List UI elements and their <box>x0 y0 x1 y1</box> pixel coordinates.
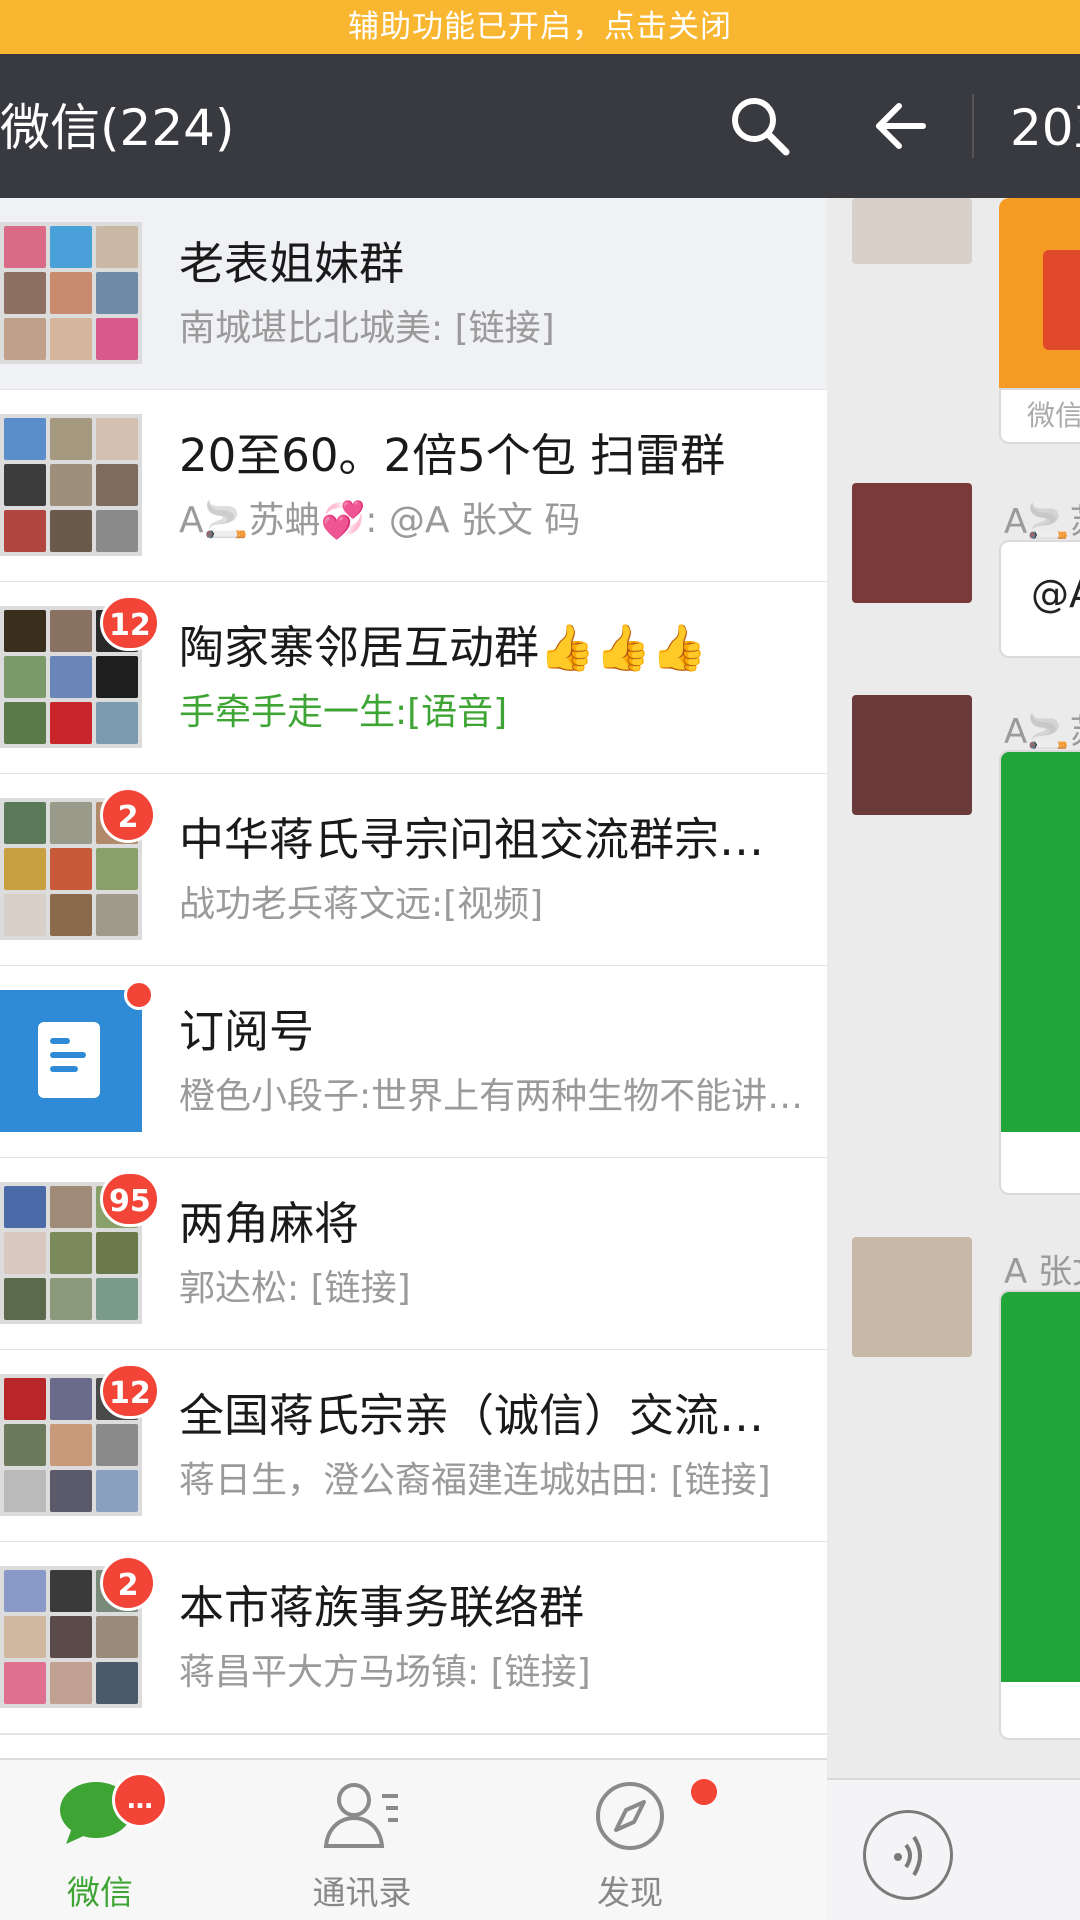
chat-detail-pane: 20至 微信 A🚬苏 @A A🚬苏 A 张文 <box>827 54 1080 1920</box>
chat-item[interactable]: 2 本市蒋族事务联络群 蒋昌平大方马场镇: [链接] <box>0 1542 827 1735</box>
chat-item[interactable]: 2 中华蒋氏寻宗问祖交流群宗… 战功老兵蒋文远:[视频] <box>0 774 827 967</box>
top-bar: 微信(224) <box>0 54 827 198</box>
link-card-image <box>1001 752 1080 1132</box>
tab-label: 通讯录 <box>312 1873 412 1912</box>
sender-avatar[interactable] <box>852 695 972 815</box>
compass-icon <box>596 1782 664 1850</box>
chat-name: 中华蒋氏寻宗问祖交流群宗… <box>179 813 765 866</box>
sender-name: A🚬苏 <box>1004 502 1080 542</box>
sender-avatar[interactable] <box>852 198 972 264</box>
group-avatar <box>0 414 142 556</box>
chat-preview: 南城堪比北城美: [链接] <box>179 308 555 349</box>
chat-item[interactable]: 95 两角麻将 郭达松: [链接] <box>0 1158 827 1351</box>
divider <box>972 94 974 158</box>
chat-detail-top-bar: 20至 <box>827 54 1080 198</box>
sender-avatar[interactable] <box>852 1237 972 1357</box>
link-card-image <box>1001 1292 1080 1682</box>
tab-unread-badge: … <box>112 1772 168 1828</box>
unread-badge: 95 <box>100 1171 160 1227</box>
document-icon <box>38 1022 100 1098</box>
red-packet-body <box>999 198 1080 388</box>
chat-name: 订阅号 <box>179 1005 315 1058</box>
chat-name: 全国蒋氏宗亲（诚信）交流… <box>179 1389 765 1442</box>
subscription-avatar <box>0 990 142 1132</box>
tab-discover[interactable]: 发现 <box>530 1760 730 1920</box>
sender-avatar[interactable] <box>852 483 972 603</box>
text-message[interactable]: @A <box>999 540 1080 658</box>
sender-name: A🚬苏 <box>1004 712 1080 752</box>
chat-name: 本市蒋族事务联络群 <box>179 1581 585 1634</box>
accessibility-banner[interactable]: 辅助功能已开启，点击关闭 <box>0 0 1080 54</box>
chat-item[interactable]: 12 陶家寨邻居互动群👍👍👍 手牵手走一生:[语音] <box>0 582 827 775</box>
tab-label: 发现 <box>597 1873 663 1912</box>
unread-badge: 12 <box>100 1363 160 1419</box>
unread-badge: 2 <box>100 1555 156 1611</box>
chat-name: 两角麻将 <box>179 1197 360 1250</box>
tab-contacts[interactable]: 通讯录 <box>262 1760 462 1920</box>
red-packet-message[interactable]: 微信 <box>999 198 1080 450</box>
red-packet-envelope <box>1043 250 1080 350</box>
chat-name: 20至60。2倍5个包 扫雷群 <box>179 429 726 482</box>
chat-name: 陶家寨邻居互动群👍👍👍 <box>179 621 708 674</box>
unread-badge: 12 <box>100 595 160 651</box>
link-card-message[interactable] <box>999 1290 1080 1740</box>
chat-preview: 郭达松: [链接] <box>179 1268 411 1309</box>
tab-bar: … 微信 通讯录 发现 <box>0 1758 827 1920</box>
chat-name: 老表姐妹群 <box>179 237 405 290</box>
sender-name: A 张文 <box>1004 1252 1080 1292</box>
chat-item-subscriptions[interactable]: 订阅号 橙色小段子:世界上有两种生物不能讲… <box>0 966 827 1159</box>
chat-preview: 手牵手走一生:[语音] <box>179 692 508 733</box>
tab-label: 微信 <box>67 1873 133 1912</box>
chat-preview: 战功老兵蒋文远:[视频] <box>179 884 544 925</box>
chat-preview: 蒋日生，澄公裔福建连城姑田: [链接] <box>179 1460 771 1501</box>
group-avatar <box>0 222 142 364</box>
tab-chats[interactable]: … 微信 <box>0 1760 200 1920</box>
red-packet-label: 微信 <box>999 388 1080 444</box>
unread-badge: 2 <box>100 787 156 843</box>
back-arrow-icon[interactable] <box>875 100 927 152</box>
unread-dot <box>124 980 154 1010</box>
page-title: 微信(224) <box>0 99 235 157</box>
search-icon[interactable] <box>728 94 792 158</box>
voice-input-button[interactable] <box>863 1810 953 1900</box>
chat-preview: A🚬苏蚺💞: @A 张文 码 <box>179 500 581 541</box>
chat-preview: 橙色小段子:世界上有两种生物不能讲… <box>179 1076 804 1117</box>
link-card-message[interactable] <box>999 750 1080 1195</box>
voice-icon <box>894 1835 922 1877</box>
chat-item[interactable]: 12 全国蒋氏宗亲（诚信）交流… 蒋日生，澄公裔福建连城姑田: [链接] <box>0 1350 827 1543</box>
chat-preview: 蒋昌平大方马场镇: [链接] <box>179 1652 591 1693</box>
message-input-bar <box>827 1778 1080 1920</box>
tab-unread-dot <box>688 1776 720 1808</box>
chat-detail-title: 20至 <box>1010 99 1080 157</box>
chat-item[interactable]: 老表姐妹群 南城堪比北城美: [链接] <box>0 198 827 391</box>
contacts-icon <box>323 1783 398 1848</box>
chat-item[interactable]: 20至60。2倍5个包 扫雷群 A🚬苏蚺💞: @A 张文 码 <box>0 390 827 583</box>
chat-list-pane: 微信(224) 老表姐妹群 南城堪比北城美: [链接] 20至60。2倍5个包 … <box>0 54 827 1920</box>
